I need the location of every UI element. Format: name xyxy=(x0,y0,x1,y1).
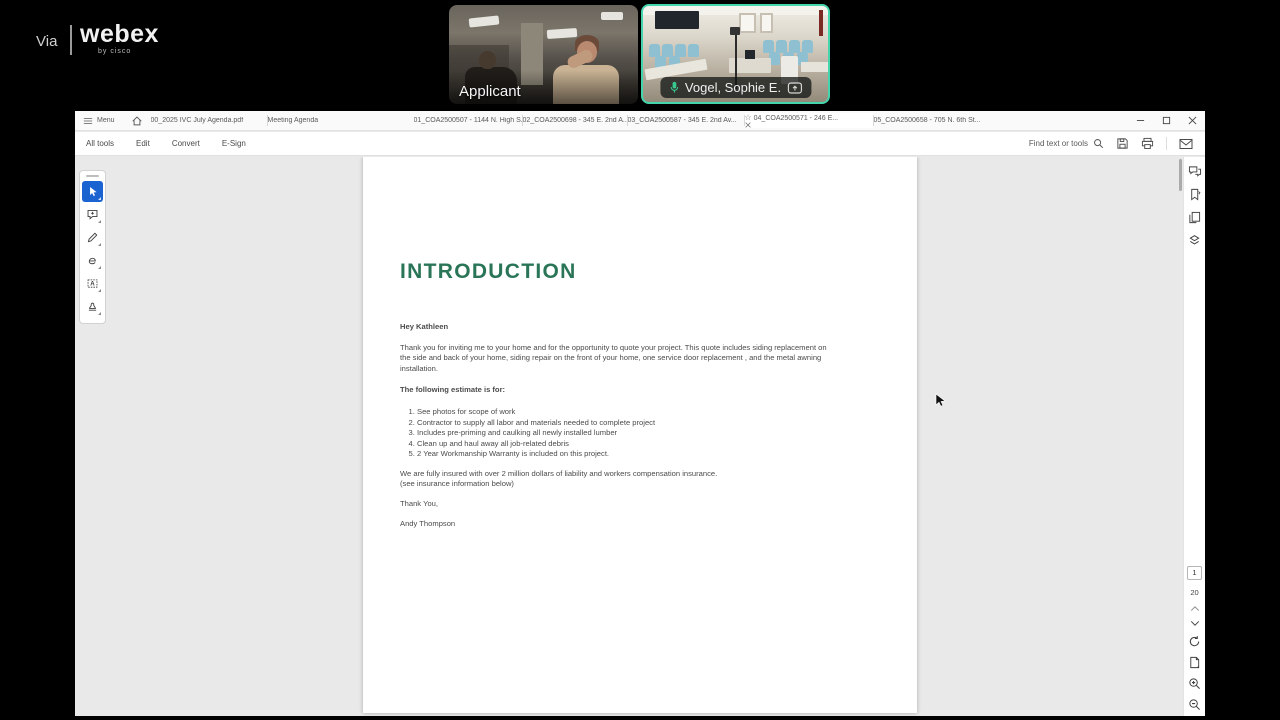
tab-label: 04_COA2500571 - 246 E... xyxy=(753,115,839,122)
tab-04-coa2500571-active[interactable]: ☆ 04_COA2500571 - 246 E... xyxy=(744,113,873,128)
total-pages-label: 20 xyxy=(1190,588,1199,597)
webex-brand-text: webex xyxy=(80,20,159,48)
favorite-star-icon[interactable]: ☆ xyxy=(745,113,752,122)
insurance-note: (see insurance information below) xyxy=(400,479,514,488)
video-tile-applicant[interactable]: Applicant xyxy=(449,5,638,104)
find-text-button[interactable]: Find text or tools xyxy=(1029,138,1104,149)
rotate-page-button[interactable] xyxy=(1188,635,1201,648)
estimate-item: 2 Year Workmanship Warranty is included … xyxy=(417,449,837,460)
estimate-item: Contractor to supply all labor and mater… xyxy=(417,418,837,429)
closing-line: Thank You, xyxy=(400,499,439,508)
tab-02-coa2500698[interactable]: 02_COA2500698 - 345 E. 2nd A... xyxy=(523,117,627,124)
acrobat-window: Menu 00_2025 IVC July Agenda.pdf Meeting… xyxy=(75,111,1205,716)
acrobat-toolbar: All tools Edit Convert E-Sign Find text … xyxy=(75,132,1205,156)
email-share-button[interactable] xyxy=(1179,138,1193,150)
tab-close-icon[interactable] xyxy=(744,122,873,128)
hamburger-menu-icon xyxy=(83,116,93,126)
tab-01-coa2500507[interactable]: 01_COA2500507 - 1144 N. High S... xyxy=(414,117,522,124)
highlight-tool[interactable] xyxy=(82,250,103,271)
esign-menu[interactable]: E-Sign xyxy=(211,132,257,155)
stamp-tool[interactable] xyxy=(82,296,103,317)
document-tab-bar: Menu 00_2025 IVC July Agenda.pdf Meeting… xyxy=(75,111,1205,131)
comments-panel-icon[interactable] xyxy=(1188,165,1202,178)
document-paragraph: Thank you for inviting me to your home a… xyxy=(400,343,827,373)
current-page-input[interactable]: 1 xyxy=(1187,566,1202,580)
tab-label: 01_COA2500507 - 1144 N. High S... xyxy=(413,117,522,124)
find-label: Find text or tools xyxy=(1028,139,1088,148)
estimate-list: See photos for scope of work Contractor … xyxy=(407,407,837,460)
select-tool[interactable] xyxy=(82,181,103,202)
logo-divider xyxy=(70,25,72,55)
estimate-item: Includes pre-priming and caulking all ne… xyxy=(417,428,837,439)
pdf-page: INTRODUCTION Hey Kathleen Thank you for … xyxy=(363,157,917,713)
document-scroll-area[interactable]: INTRODUCTION Hey Kathleen Thank you for … xyxy=(75,157,1183,716)
page-thumbnails-icon[interactable] xyxy=(1188,211,1201,224)
expand-video-icon[interactable] xyxy=(787,81,802,94)
vertical-scrollbar-thumb[interactable] xyxy=(1179,159,1182,191)
panel-drag-handle[interactable] xyxy=(86,175,99,177)
signature-line: Andy Thompson xyxy=(400,519,456,528)
svg-text:A: A xyxy=(90,281,95,288)
home-icon xyxy=(131,115,143,127)
print-button[interactable] xyxy=(1141,137,1154,150)
bookmarks-panel-icon[interactable] xyxy=(1188,188,1201,201)
next-page-button[interactable] xyxy=(1190,620,1200,627)
mic-active-icon xyxy=(669,81,679,94)
video-tile-active-speaker[interactable]: Vogel, Sophie E. xyxy=(641,4,830,104)
window-close-button[interactable] xyxy=(1179,111,1205,130)
webex-logo: Via webex by cisco xyxy=(36,20,166,64)
draw-tool[interactable] xyxy=(82,227,103,248)
tab-03-coa2500587[interactable]: 03_COA2500587 - 345 E. 2nd Av... xyxy=(628,117,744,124)
zoom-in-button[interactable] xyxy=(1188,677,1201,690)
home-button[interactable] xyxy=(123,111,151,130)
tab-label: 02_COA2500698 - 345 E. 2nd A... xyxy=(522,117,627,124)
page-display-options-button[interactable] xyxy=(1188,656,1201,669)
menu-label: Menu xyxy=(97,117,115,124)
estimate-item: See photos for scope of work xyxy=(417,407,837,418)
webex-byline-text: by cisco xyxy=(98,48,132,55)
edit-menu[interactable]: Edit xyxy=(125,132,161,155)
search-icon xyxy=(1093,138,1104,149)
previous-page-button[interactable] xyxy=(1190,605,1200,612)
estimate-heading: The following estimate is for: xyxy=(400,385,506,394)
active-speaker-name-pill: Vogel, Sophie E. xyxy=(659,77,812,98)
mouse-cursor xyxy=(935,393,947,409)
tab-05-coa2500658[interactable]: 05_COA2500658 - 705 N. 6th St... xyxy=(874,117,994,124)
document-greeting: Hey Kathleen xyxy=(400,322,449,331)
participant-name-applicant: Applicant xyxy=(459,83,521,100)
document-workspace: INTRODUCTION Hey Kathleen Thank you for … xyxy=(75,157,1205,716)
menu-button[interactable]: Menu xyxy=(75,111,123,130)
participant-name-vogel: Vogel, Sophie E. xyxy=(684,80,782,95)
window-minimize-button[interactable] xyxy=(1127,111,1153,130)
convert-menu[interactable]: Convert xyxy=(161,132,211,155)
tab-label: Meeting Agenda xyxy=(267,117,319,124)
quick-tools-panel: A xyxy=(79,170,106,324)
window-maximize-button[interactable] xyxy=(1153,111,1179,130)
all-tools-menu[interactable]: All tools xyxy=(75,132,125,155)
zoom-out-button[interactable] xyxy=(1188,698,1201,711)
layers-panel-icon[interactable] xyxy=(1188,234,1201,247)
estimate-item: Clean up and haul away all job-related d… xyxy=(417,439,837,450)
right-panel-rail: 1 20 xyxy=(1183,157,1205,716)
webex-via-text: Via xyxy=(36,33,58,50)
document-title: INTRODUCTION xyxy=(400,260,577,283)
add-comment-tool[interactable] xyxy=(82,204,103,225)
tab-label: 00_2025 IVC July Agenda.pdf xyxy=(150,117,244,124)
tab-agenda-pdf[interactable]: 00_2025 IVC July Agenda.pdf xyxy=(151,117,267,124)
add-text-tool[interactable]: A xyxy=(82,273,103,294)
tab-meeting-agenda[interactable]: Meeting Agenda xyxy=(268,117,360,124)
tab-label: 03_COA2500587 - 345 E. 2nd Av... xyxy=(627,117,737,124)
tab-label: 05_COA2500658 - 705 N. 6th St... xyxy=(873,117,981,124)
insurance-line: We are fully insured with over 2 million… xyxy=(400,469,718,478)
save-button[interactable] xyxy=(1116,137,1129,150)
